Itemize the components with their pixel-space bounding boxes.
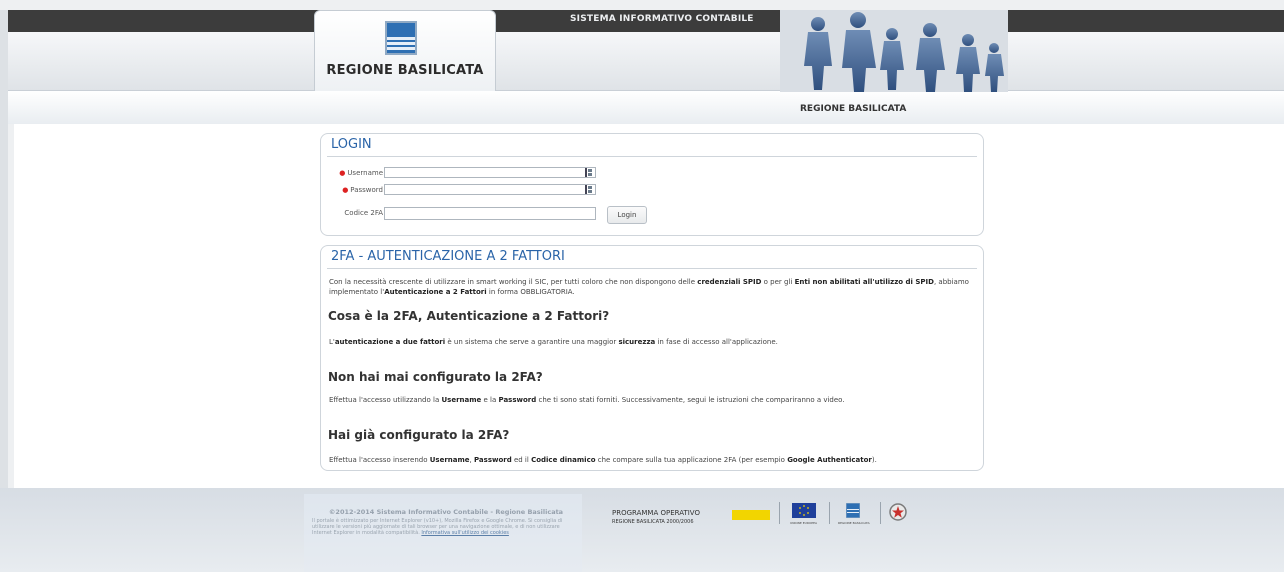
region-logo[interactable]: REGIONE BASILICATA [314, 10, 496, 91]
logo-separator [829, 502, 830, 524]
region-basilicata-label: REGIONE BASILICATA [838, 521, 870, 525]
codice-2fa-label: Codice 2FA [344, 209, 383, 217]
copyright-text: ©2012-2014 Sistema Informativo Contabile… [328, 508, 564, 516]
paragraph-text: che ti sono stati forniti. Successivamen… [536, 396, 845, 404]
paragraph-bold: Codice dinamico [531, 456, 596, 464]
username-label-text: Username [347, 169, 383, 177]
paragraph-text: è un sistema che serve a garantire una m… [445, 338, 619, 346]
info-2fa-panel: 2FA - AUTENTICAZIONE A 2 FATTORI Con la … [320, 245, 984, 471]
region-emblem-icon [385, 21, 417, 55]
header-band [8, 32, 1284, 90]
paragraph-bold: Username [441, 396, 482, 404]
heading-never-configured: Non hai mai configurato la 2FA? [328, 370, 543, 384]
info-title: 2FA - AUTENTICAZIONE A 2 FATTORI [331, 249, 565, 264]
region-basilicata-emblem-icon [846, 503, 860, 518]
intro-bold: Enti non abilitati all'utilizzo di SPID [794, 278, 934, 286]
cookie-policy-link[interactable]: Informativa sull'utilizzo dei cookies [421, 530, 509, 536]
paragraph-bold: sicurezza [618, 338, 656, 346]
heading-already-configured: Hai già configurato la 2FA? [328, 428, 510, 442]
italian-republic-emblem-icon [889, 503, 907, 521]
paragraph-bold: Password [498, 396, 537, 404]
paragraph-text: ). [871, 456, 877, 464]
key-icon[interactable] [585, 168, 593, 177]
codice-2fa-input[interactable] [384, 207, 596, 220]
page-left-edge [0, 10, 8, 488]
intro-text: o per gli [761, 278, 795, 286]
programma-subtitle: REGIONE BASILICATA 2000/2006 [612, 519, 694, 525]
paragraph-bold: autenticazione a due fattori [334, 338, 446, 346]
password-label: ● Password [333, 186, 383, 194]
username-input[interactable] [384, 167, 596, 178]
system-title: SISTEMA INFORMATIVO CONTABILE [570, 14, 754, 24]
header-region-label: REGIONE BASILICATA [800, 104, 907, 114]
intro-bold: Autenticazione a 2 Fattori [384, 288, 487, 296]
logo-separator [779, 502, 780, 524]
intro-text: in forma OBBLIGATORIA. [486, 288, 575, 296]
paragraph-text: ed il [511, 456, 532, 464]
eu-flag-icon [792, 503, 816, 518]
header-sub-band [8, 90, 1284, 124]
programma-title: PROGRAMMA OPERATIVO [612, 509, 700, 517]
intro-text: Con la necessità crescente di utilizzare… [329, 278, 698, 286]
programma-operativo-logo [732, 510, 770, 520]
logo-separator [880, 502, 881, 524]
paragraph-text: Effettua l'accesso utilizzando la [329, 396, 442, 404]
paragraph-bold: Google Authenticator [787, 456, 872, 464]
key-icon[interactable] [585, 185, 593, 194]
browser-note: Il portale è ottimizzato per Internet Ex… [312, 518, 574, 536]
password-input[interactable] [384, 184, 596, 195]
paragraph-text: in fase di accesso all'applicazione. [655, 338, 778, 346]
required-marker: ● [342, 186, 349, 194]
info-intro: Con la necessità crescente di utilizzare… [329, 277, 969, 297]
people-illustration [780, 10, 1008, 92]
footer-info: ©2012-2014 Sistema Informativo Contabile… [304, 494, 582, 572]
paragraph-already-configured: Effettua l'accesso inserendo Username, P… [329, 455, 969, 465]
required-marker: ● [339, 169, 346, 177]
paragraph-text: che compare sulla tua applicazione 2FA (… [595, 456, 788, 464]
paragraph-text: Effettua l'accesso inserendo [329, 456, 430, 464]
password-label-text: Password [350, 186, 383, 194]
login-title: LOGIN [331, 137, 372, 152]
programma-operativo-label: PROGRAMMA OPERATIVO REGIONE BASILICATA 2… [612, 509, 700, 526]
login-title-divider [327, 156, 977, 157]
paragraph-bold: Password [473, 456, 512, 464]
logo-text: REGIONE BASILICATA [326, 63, 484, 78]
info-title-divider [327, 268, 977, 269]
paragraph-what-is-2fa: L'autenticazione a due fattori è un sist… [329, 337, 969, 347]
footer-band [0, 488, 1284, 572]
paragraph-text: e la [481, 396, 499, 404]
paragraph-bold: Username [429, 456, 470, 464]
intro-bold: credenziali SPID [697, 278, 762, 286]
heading-what-is-2fa: Cosa è la 2FA, Autenticazione a 2 Fattor… [328, 309, 610, 323]
login-panel: LOGIN ● Username ● Password Codice 2FA Log… [320, 133, 984, 236]
eu-label: UNIONE EUROPEA [790, 521, 818, 525]
login-button[interactable]: Login [607, 206, 647, 224]
paragraph-never-configured: Effettua l'accesso utilizzando la Userna… [329, 395, 969, 405]
username-label: ● Username [333, 169, 383, 177]
